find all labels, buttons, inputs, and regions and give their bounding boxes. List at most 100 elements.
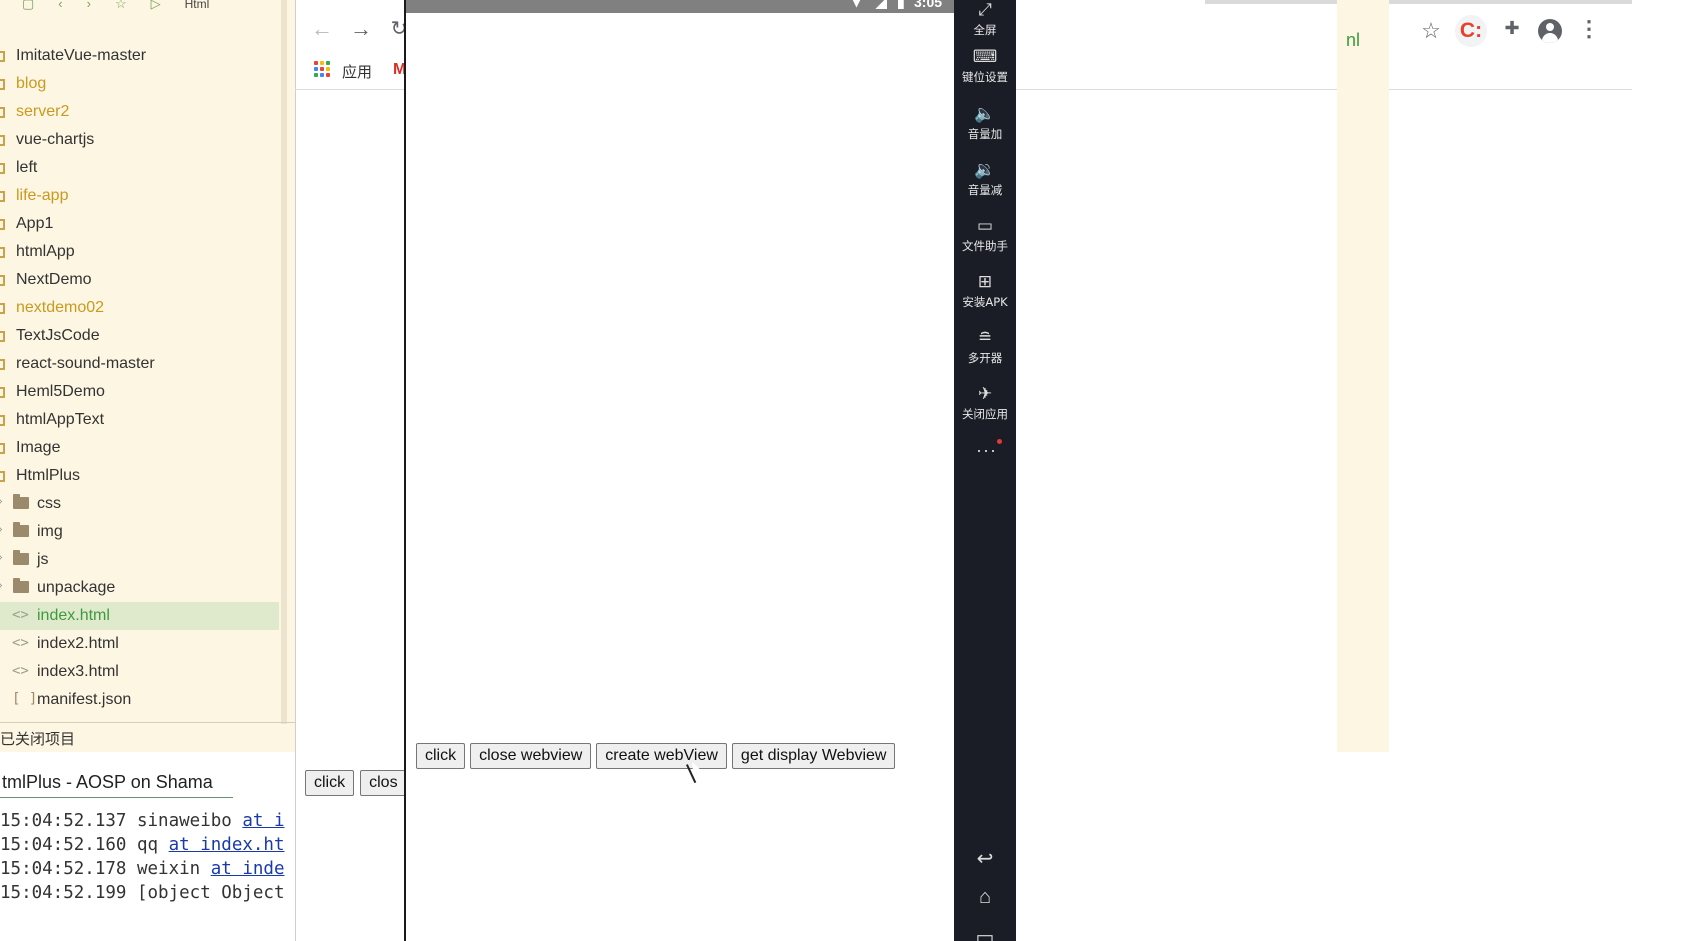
tree-item[interactable]: NextDemo xyxy=(0,266,279,294)
page-button-clos[interactable]: clos xyxy=(360,770,407,796)
expand-arrow-icon[interactable]: › xyxy=(0,524,2,535)
forward-icon[interactable]: › xyxy=(87,0,91,10)
tree-item[interactable]: › unpackage xyxy=(0,574,279,602)
project-marker-icon xyxy=(0,51,5,62)
sidebar-item-install-apk[interactable]: ⊞ 安装APK xyxy=(954,272,1016,310)
tree-item[interactable]: ImitateVue-master xyxy=(0,42,279,70)
sidebar-item-close-app[interactable]: ✈ 关闭应用 xyxy=(954,384,1016,422)
tree-item[interactable]: HtmlPlus xyxy=(0,462,279,490)
tree-item[interactable]: › css xyxy=(0,490,279,518)
profile-avatar-icon[interactable] xyxy=(1538,19,1562,43)
tree-scrollbar[interactable] xyxy=(281,0,287,724)
back-icon[interactable]: ↩ xyxy=(954,846,1016,871)
click-button[interactable]: click xyxy=(416,743,466,769)
expand-arrow-icon[interactable]: › xyxy=(0,580,2,591)
tree-item-label: index.html xyxy=(37,607,110,624)
project-tree: ImitateVue-master blog server2 vue-chartjs l… xyxy=(0,42,279,714)
console-source-link[interactable]: at i xyxy=(242,811,284,831)
tree-item[interactable]: Heml5Demo xyxy=(0,378,279,406)
console-timestamp: 15:04:52.160 xyxy=(0,835,127,855)
console-tab[interactable]: tmlPlus - AOSP on Shama xyxy=(0,772,233,798)
tree-item-label: life-app xyxy=(16,187,69,204)
apps-bookmark[interactable]: 应用 xyxy=(342,61,372,82)
page-button-click[interactable]: click xyxy=(305,770,355,796)
expand-arrow-icon[interactable]: › xyxy=(0,496,2,507)
recents-icon[interactable]: ▭ xyxy=(954,925,1016,941)
battery-icon: ▮ xyxy=(897,0,905,10)
sidebar-item-file-assistant[interactable]: ▭ 文件助手 xyxy=(954,216,1016,254)
sidebar-item-label: 全屏 xyxy=(973,23,997,37)
tree-item[interactable]: htmlAppText xyxy=(0,406,279,434)
sidebar-item-keymap[interactable]: ⌨ 键位设置 xyxy=(954,47,1016,85)
back-icon[interactable]: ‹ xyxy=(58,0,62,10)
panel-divider xyxy=(0,722,295,723)
sidebar-item-label: 多开器 xyxy=(967,351,1003,365)
tree-item[interactable]: TextJsCode xyxy=(0,322,279,350)
bookmark-star-icon[interactable]: ☆ xyxy=(1418,18,1444,44)
create-webview-button[interactable]: create webView xyxy=(596,743,727,769)
tree-item-label: htmlAppText xyxy=(16,411,105,428)
tree-item-label: ImitateVue-master xyxy=(16,47,147,64)
star-icon[interactable]: ☆ xyxy=(115,0,127,10)
new-file-icon[interactable]: ▢ xyxy=(22,0,34,10)
sidebar-item-volume-down[interactable]: 🔉 音量减 xyxy=(954,160,1016,198)
get-display-webview-button[interactable]: get display Webview xyxy=(731,743,896,769)
apps-grid-dot xyxy=(320,67,324,71)
tree-item-label: manifest.json xyxy=(37,691,132,708)
tree-item[interactable]: App1 xyxy=(0,210,279,238)
webview-button-row: click close webview create webView get disp… xyxy=(416,743,896,769)
more-icon[interactable]: ··· xyxy=(976,440,997,461)
tree-item-label: img xyxy=(37,523,63,540)
console-output: 15:04:52.137 sinaweibo at i 15:04:52.160 … xyxy=(0,811,285,907)
run-icon[interactable]: ▷ xyxy=(151,0,161,10)
project-marker-icon xyxy=(0,275,5,286)
back-button[interactable]: ← xyxy=(309,16,335,42)
tree-item[interactable]: <> index.html xyxy=(0,602,279,630)
apps-grid-dot xyxy=(314,67,318,71)
fullscreen-icon: ⤢ xyxy=(978,0,992,20)
tree-item[interactable]: htmlApp xyxy=(0,238,279,266)
tree-item-label: HtmlPlus xyxy=(16,467,81,484)
home-icon[interactable]: ⌂ xyxy=(954,886,1016,909)
extensions-puzzle-icon[interactable]: ✚ xyxy=(1499,18,1525,39)
tree-item[interactable]: vue-chartjs xyxy=(0,126,279,154)
tree-item[interactable]: › js xyxy=(0,546,279,574)
tree-item-label: unpackage xyxy=(37,579,116,596)
folder-icon xyxy=(13,578,29,593)
tree-item[interactable]: <> index2.html xyxy=(0,630,279,658)
expand-arrow-icon[interactable]: › xyxy=(0,552,2,563)
apps-grid-dot xyxy=(320,73,324,77)
browser-menu-icon[interactable]: ⋮ xyxy=(1578,16,1600,42)
apps-grid-dot xyxy=(314,73,318,77)
closed-projects-label[interactable]: 已关闭项目 xyxy=(0,728,75,749)
sidebar-item-multi-instance[interactable]: ≘ 多开器 xyxy=(954,328,1016,366)
console-timestamp: 15:04:52.137 xyxy=(0,811,127,831)
console-source-link[interactable]: at index.ht xyxy=(169,835,285,855)
tree-item[interactable]: [ ] manifest.json xyxy=(0,686,279,714)
tree-item[interactable]: nextdemo02 xyxy=(0,294,279,322)
breadcrumb[interactable]: Html xyxy=(185,0,210,11)
tree-item[interactable]: Image xyxy=(0,434,279,462)
extension-c-icon[interactable]: C: xyxy=(1455,15,1487,47)
project-marker-icon xyxy=(0,107,5,118)
tree-item[interactable]: react-sound-master xyxy=(0,350,279,378)
apps-grid-dot xyxy=(326,73,330,77)
tree-item[interactable]: › img xyxy=(0,518,279,546)
console-line: 15:04:52.160 qq at index.ht xyxy=(0,835,285,859)
close-webview-button[interactable]: close webview xyxy=(470,743,592,769)
tree-item[interactable]: server2 xyxy=(0,98,279,126)
tree-item[interactable]: <> index3.html xyxy=(0,658,279,686)
tree-item[interactable]: left xyxy=(0,154,279,182)
sidebar-item-fullscreen[interactable]: ⤢ 全屏 xyxy=(954,0,1016,38)
apps-grid-dot xyxy=(326,67,330,71)
console-source-link[interactable]: at inde xyxy=(211,859,285,879)
console-line: 15:04:52.178 weixin at inde xyxy=(0,859,285,883)
project-marker-icon xyxy=(0,471,5,482)
tree-item-label: server2 xyxy=(16,103,70,120)
apps-grid-icon[interactable] xyxy=(314,61,330,77)
tree-item[interactable]: life-app xyxy=(0,182,279,210)
sidebar-item-volume-up[interactable]: 🔈 音量加 xyxy=(954,104,1016,142)
apps-grid-dot xyxy=(314,61,318,65)
tree-item[interactable]: blog xyxy=(0,70,279,98)
forward-button[interactable]: → xyxy=(348,16,374,42)
